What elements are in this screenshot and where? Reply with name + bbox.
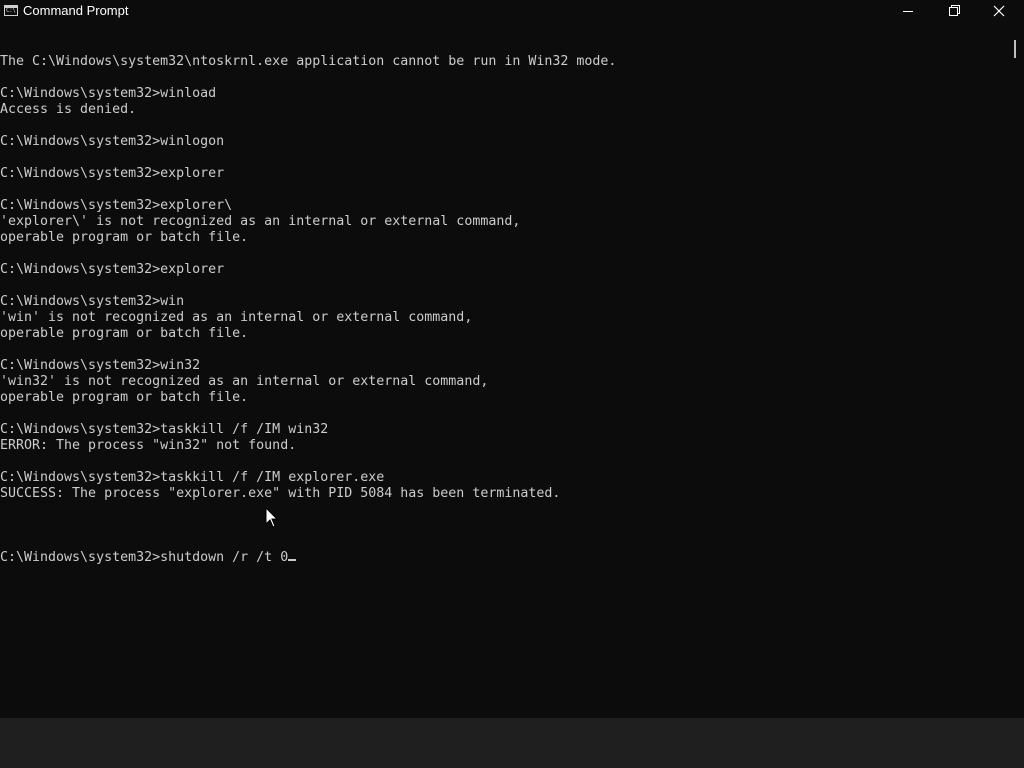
vertical-scrollbar[interactable] bbox=[1006, 22, 1024, 718]
console-line: C:\Windows\system32>explorer\ bbox=[0, 198, 233, 213]
command-prompt: C:\Windows\system32> bbox=[0, 550, 161, 565]
console-line: C:\Windows\system32>win32 bbox=[0, 358, 201, 373]
console-lines: The C:\Windows\system32\ntoskrnl.exe app… bbox=[0, 54, 1006, 518]
console-line: C:\Windows\system32>taskkill /f /IM expl… bbox=[0, 470, 385, 485]
console-line: C:\Windows\system32>win bbox=[0, 294, 185, 309]
maximize-icon bbox=[949, 5, 960, 16]
scrollbar-thumb[interactable] bbox=[1014, 40, 1016, 58]
close-button[interactable] bbox=[977, 0, 1023, 22]
command-prompt-icon: C:\ bbox=[4, 5, 18, 16]
console-line: SUCCESS: The process "explorer.exe" with… bbox=[0, 486, 561, 501]
console-line: C:\Windows\system32>winload bbox=[0, 86, 217, 101]
minimize-button[interactable] bbox=[885, 0, 931, 22]
minimize-icon bbox=[903, 11, 913, 12]
console-line: Access is denied. bbox=[0, 102, 137, 117]
console-line: ERROR: The process "win32" not found. bbox=[0, 438, 297, 453]
console-line: The C:\Windows\system32\ntoskrnl.exe app… bbox=[0, 54, 617, 69]
command-input[interactable]: shutdown /r /t 0 bbox=[160, 550, 288, 565]
close-icon bbox=[993, 5, 1005, 17]
console-line: operable program or batch file. bbox=[0, 230, 249, 245]
console-line: operable program or batch file. bbox=[0, 390, 249, 405]
bottom-strip bbox=[0, 718, 1024, 768]
console-line: C:\Windows\system32>explorer bbox=[0, 262, 225, 277]
text-cursor bbox=[288, 559, 297, 561]
console-line: C:\Windows\system32>taskkill /f /IM win3… bbox=[0, 422, 329, 437]
console-line: C:\Windows\system32>explorer bbox=[0, 166, 225, 181]
command-line[interactable]: C:\Windows\system32>shutdown /r /t 0 bbox=[0, 550, 1006, 566]
console-line: 'win32' is not recognized as an internal… bbox=[0, 374, 489, 389]
console-output[interactable]: The C:\Windows\system32\ntoskrnl.exe app… bbox=[0, 22, 1006, 718]
console-line: operable program or batch file. bbox=[0, 326, 249, 341]
console-line: 'win' is not recognized as an internal o… bbox=[0, 310, 473, 325]
command-prompt-icon-label: C:\ bbox=[6, 7, 16, 14]
mouse-pointer-icon bbox=[265, 507, 279, 528]
console-line: C:\Windows\system32>winlogon bbox=[0, 134, 225, 149]
window-title: Command Prompt bbox=[23, 3, 129, 18]
console-line: 'explorer\' is not recognized as an inte… bbox=[0, 214, 521, 229]
title-bar[interactable]: C:\ Command Prompt bbox=[0, 0, 1024, 22]
maximize-button[interactable] bbox=[931, 0, 977, 22]
